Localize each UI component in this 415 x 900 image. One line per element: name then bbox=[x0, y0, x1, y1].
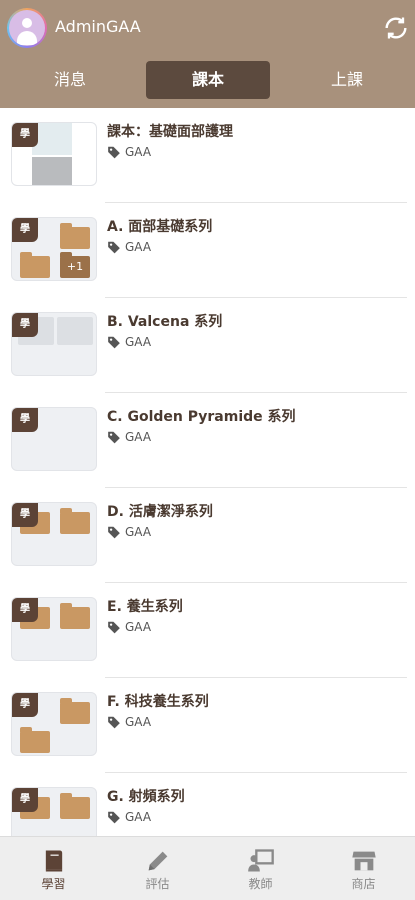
folder-icon bbox=[60, 603, 90, 629]
list-item[interactable]: 學 課本：基礎面部護理 GAA bbox=[0, 108, 415, 203]
folder-icon bbox=[60, 793, 90, 819]
course-thumbnail: 學 bbox=[11, 407, 97, 471]
folder-icon bbox=[20, 727, 50, 753]
course-title: F. 科技養生系列 bbox=[107, 694, 209, 710]
course-thumbnail: 學 bbox=[11, 502, 97, 566]
course-badge: 學 bbox=[12, 123, 38, 147]
course-badge: 學 bbox=[12, 408, 38, 432]
username: AdminGAA bbox=[55, 17, 141, 36]
tag-icon bbox=[108, 336, 120, 349]
list-item[interactable]: 學 D. 活膚潔淨系列 GAA bbox=[0, 488, 415, 583]
folder-icon bbox=[60, 223, 90, 249]
bottom-navigation: 學習 評估 教師 商店 bbox=[0, 836, 415, 900]
pencil-icon bbox=[148, 851, 168, 871]
refresh-icon[interactable] bbox=[382, 14, 410, 42]
image-placeholder-icon bbox=[32, 157, 72, 185]
tag-icon bbox=[108, 431, 120, 444]
course-badge: 學 bbox=[12, 693, 38, 717]
tab-messages[interactable]: 消息 bbox=[20, 61, 120, 99]
folder-icon bbox=[20, 252, 50, 278]
tag-icon bbox=[108, 621, 120, 634]
course-badge: 學 bbox=[12, 598, 38, 622]
course-thumbnail: 學 bbox=[11, 787, 97, 836]
course-thumbnail: 學 +1 bbox=[11, 217, 97, 281]
course-list[interactable]: 學 課本：基礎面部護理 GAA 學 +1 A. 面部基礎系列 GAA 學 B. … bbox=[0, 108, 415, 836]
course-badge: 學 bbox=[12, 218, 38, 242]
course-thumbnail: 學 bbox=[11, 692, 97, 756]
list-item[interactable]: 學 E. 養生系列 GAA bbox=[0, 583, 415, 678]
store-icon bbox=[352, 851, 376, 871]
course-tag: GAA bbox=[107, 145, 151, 159]
course-badge: 學 bbox=[12, 313, 38, 337]
course-tag: GAA bbox=[107, 430, 151, 444]
course-tag: GAA bbox=[107, 810, 151, 824]
course-thumbnail: 學 bbox=[11, 312, 97, 376]
top-bar: AdminGAA 消息 課本 上課 bbox=[0, 0, 415, 108]
list-item[interactable]: 學 C. Golden Pyramide 系列 GAA bbox=[0, 393, 415, 488]
face-image-icon bbox=[32, 123, 72, 155]
course-title: 課本：基礎面部護理 bbox=[107, 124, 233, 140]
list-item[interactable]: 學 B. Valcena 系列 GAA bbox=[0, 298, 415, 393]
tag-icon bbox=[108, 241, 120, 254]
document-icon bbox=[57, 317, 93, 345]
course-badge: 學 bbox=[12, 788, 38, 812]
course-thumbnail: 學 bbox=[11, 597, 97, 661]
nav-store[interactable]: 商店 bbox=[312, 837, 415, 900]
tag-icon bbox=[108, 811, 120, 824]
folder-icon bbox=[60, 508, 90, 534]
teacher-icon bbox=[248, 849, 274, 872]
folder-icon bbox=[60, 698, 90, 724]
book-icon bbox=[45, 850, 63, 872]
course-title: G. 射頻系列 bbox=[107, 789, 185, 805]
nav-learn[interactable]: 學習 bbox=[2, 837, 105, 900]
course-title: E. 養生系列 bbox=[107, 599, 183, 615]
avatar[interactable] bbox=[7, 8, 47, 48]
course-tag: GAA bbox=[107, 620, 151, 634]
course-badge: 學 bbox=[12, 503, 38, 527]
tag-icon bbox=[108, 716, 120, 729]
course-thumbnail: 學 bbox=[11, 122, 97, 186]
nav-assess[interactable]: 評估 bbox=[106, 837, 209, 900]
tab-textbook[interactable]: 課本 bbox=[146, 61, 270, 99]
course-tag: GAA bbox=[107, 240, 151, 254]
folder-count: +1 bbox=[60, 252, 90, 278]
list-item[interactable]: 學 F. 科技養生系列 GAA bbox=[0, 678, 415, 773]
course-tag: GAA bbox=[107, 335, 151, 349]
course-title: D. 活膚潔淨系列 bbox=[107, 504, 213, 520]
avatar-icon bbox=[9, 10, 45, 46]
course-title: B. Valcena 系列 bbox=[107, 314, 223, 330]
course-tag: GAA bbox=[107, 715, 151, 729]
tag-icon bbox=[108, 146, 120, 159]
course-title: C. Golden Pyramide 系列 bbox=[107, 409, 296, 425]
list-item[interactable]: 學 G. 射頻系列 GAA bbox=[0, 773, 415, 836]
nav-teacher[interactable]: 教師 bbox=[209, 837, 312, 900]
tag-icon bbox=[108, 526, 120, 539]
list-item[interactable]: 學 +1 A. 面部基礎系列 GAA bbox=[0, 203, 415, 298]
course-tag: GAA bbox=[107, 525, 151, 539]
tab-class[interactable]: 上課 bbox=[297, 61, 397, 99]
course-title: A. 面部基礎系列 bbox=[107, 219, 213, 235]
